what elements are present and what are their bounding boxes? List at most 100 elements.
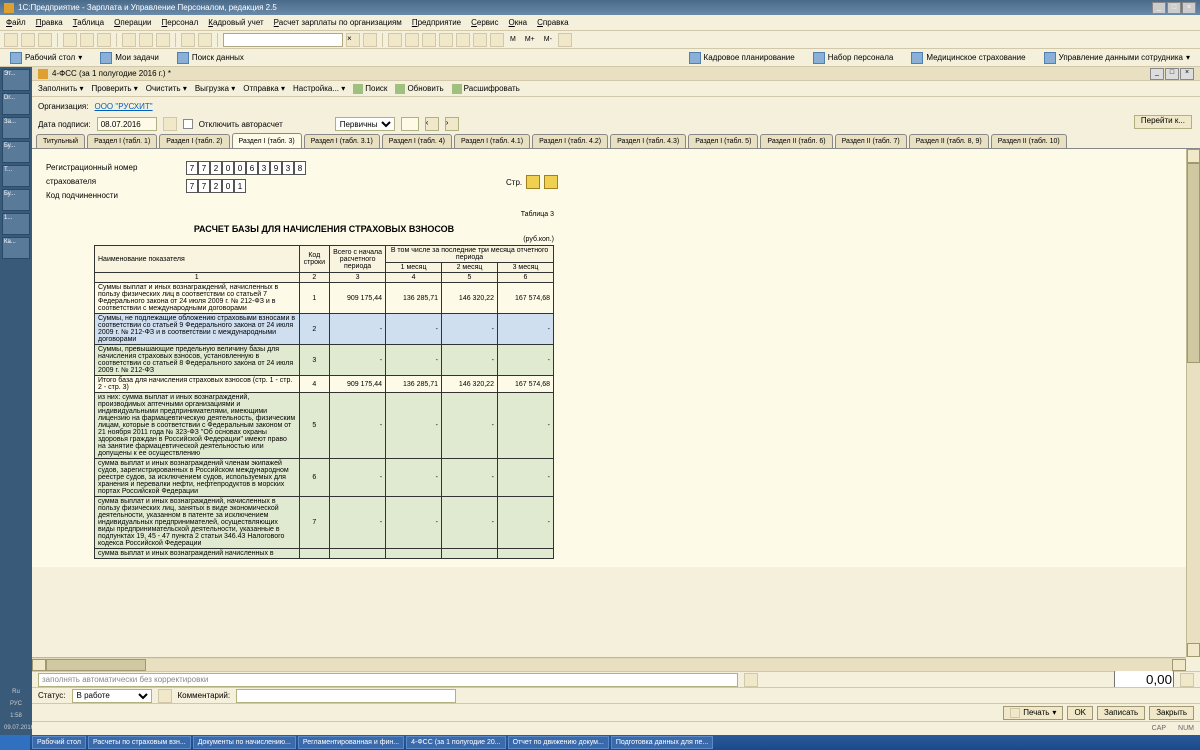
- table-row-1[interactable]: Суммы, не подлежащие обложению страховым…: [95, 314, 554, 345]
- row-val-0[interactable]: -: [330, 393, 386, 459]
- toolbar-f7-icon[interactable]: [490, 33, 504, 47]
- ok-button[interactable]: OK: [1067, 706, 1093, 720]
- menu-2[interactable]: Таблица: [73, 18, 104, 27]
- digits2-4[interactable]: 1: [234, 179, 246, 193]
- doc-action-6[interactable]: Поиск: [353, 84, 387, 94]
- scroll-thumb-h[interactable]: [46, 659, 146, 671]
- row-val-2[interactable]: -: [442, 314, 498, 345]
- digits1-8[interactable]: 3: [282, 161, 294, 175]
- toolbar-print-icon[interactable]: [122, 33, 136, 47]
- digits2-3[interactable]: 0: [222, 179, 234, 193]
- table-row-0[interactable]: Суммы выплат и иных вознаграждений, начи…: [95, 283, 554, 314]
- digits1-2[interactable]: 2: [210, 161, 222, 175]
- row-val-1[interactable]: -: [386, 393, 442, 459]
- section-tab-2[interactable]: Раздел I (табл. 2): [159, 134, 229, 148]
- scrollbar-vertical[interactable]: [1186, 149, 1200, 657]
- toolbar-undo-icon[interactable]: [139, 33, 153, 47]
- start-button[interactable]: [0, 735, 30, 750]
- toolbar-f6-icon[interactable]: [473, 33, 487, 47]
- scroll-up-button[interactable]: [1187, 149, 1200, 163]
- digits1-9[interactable]: 8: [294, 161, 306, 175]
- toolbar-dropdown-icon[interactable]: [558, 33, 572, 47]
- taskbar-item-6[interactable]: Подготовка данных для пе...: [611, 736, 713, 749]
- date-input[interactable]: [97, 117, 157, 131]
- side-tab-1[interactable]: Dr...: [2, 93, 30, 115]
- hiring-section[interactable]: Набор персонала: [807, 52, 900, 64]
- menu-3[interactable]: Операции: [114, 18, 151, 27]
- table-row-2[interactable]: Суммы, превышающие предельную величину б…: [95, 345, 554, 376]
- doc-action-1[interactable]: Проверить ▾: [92, 84, 138, 93]
- page-box-2[interactable]: [544, 175, 558, 189]
- option-value-icon[interactable]: [1180, 673, 1194, 687]
- search-section[interactable]: Поиск данных: [171, 52, 250, 64]
- digits1-4[interactable]: 0: [234, 161, 246, 175]
- scrollbar-horizontal[interactable]: [32, 657, 1186, 671]
- date-picker-icon[interactable]: [163, 117, 177, 131]
- section-tab-9[interactable]: Раздел I (табл. 5): [688, 134, 758, 148]
- row-val-0[interactable]: 909 175,44: [330, 283, 386, 314]
- scroll-down-button[interactable]: [1187, 643, 1200, 657]
- taskbar-item-4[interactable]: 4-ФСС (за 1 полугодие 20...: [406, 736, 506, 749]
- digits1-3[interactable]: 0: [222, 161, 234, 175]
- section-tab-0[interactable]: Титульный: [36, 134, 85, 148]
- nav-prev-button[interactable]: ‹: [425, 117, 439, 131]
- mem-mplus[interactable]: M+: [522, 36, 538, 43]
- doc-maximize-button[interactable]: □: [1165, 68, 1179, 80]
- goto-button[interactable]: Перейти к...: [1134, 115, 1192, 129]
- page-box-1[interactable]: [526, 175, 540, 189]
- row-val-1[interactable]: -: [386, 459, 442, 497]
- toolbar-cut-icon[interactable]: [63, 33, 77, 47]
- scroll-thumb-v[interactable]: [1187, 163, 1200, 363]
- row-val-3[interactable]: -: [497, 345, 553, 376]
- side-tab-0[interactable]: Эт...: [2, 69, 30, 91]
- digits2-0[interactable]: 7: [186, 179, 198, 193]
- status-refresh-icon[interactable]: [158, 689, 172, 703]
- toolbar-f1-icon[interactable]: [388, 33, 402, 47]
- toolbar-new-icon[interactable]: [4, 33, 18, 47]
- row-val-0[interactable]: 909 175,44: [330, 376, 386, 393]
- toolbar-f5-icon[interactable]: [456, 33, 470, 47]
- section-tab-4[interactable]: Раздел I (табл. 3.1): [304, 134, 380, 148]
- option-picker-icon[interactable]: [744, 673, 758, 687]
- row-val-2[interactable]: -: [442, 459, 498, 497]
- table-row-3[interactable]: Итого база для начисления страховых взно…: [95, 376, 554, 393]
- row-val-1[interactable]: 136 285,71: [386, 376, 442, 393]
- toolbar-paste-icon[interactable]: [97, 33, 111, 47]
- section-tab-11[interactable]: Раздел II (табл. 7): [835, 134, 907, 148]
- doc-minimize-button[interactable]: _: [1150, 68, 1164, 80]
- minimize-button[interactable]: _: [1152, 2, 1166, 14]
- autofill-option-input[interactable]: [38, 673, 738, 687]
- section-tab-7[interactable]: Раздел I (табл. 4.2): [532, 134, 608, 148]
- menu-5[interactable]: Кадровый учет: [208, 18, 263, 27]
- row-val-2[interactable]: -: [442, 345, 498, 376]
- scroll-left-button[interactable]: [32, 659, 46, 671]
- toolbar-copy-icon[interactable]: [80, 33, 94, 47]
- toolbar-redo-icon[interactable]: [156, 33, 170, 47]
- toolbar-f3-icon[interactable]: [422, 33, 436, 47]
- print-button[interactable]: Печать▾: [1003, 706, 1063, 720]
- primary-select[interactable]: Первичный: [335, 117, 395, 131]
- section-tab-10[interactable]: Раздел II (табл. 6): [760, 134, 832, 148]
- save-button[interactable]: Записать: [1097, 706, 1145, 720]
- org-link[interactable]: ООО "РУСХИТ": [94, 102, 152, 111]
- table-row-6[interactable]: сумма выплат и иных вознаграждений, начи…: [95, 497, 554, 549]
- taskbar-item-1[interactable]: Расчеты по страховым взн...: [88, 736, 191, 749]
- disable-autocalc-checkbox[interactable]: [183, 119, 193, 129]
- digits1-6[interactable]: 3: [258, 161, 270, 175]
- scroll-right-button[interactable]: [1172, 659, 1186, 671]
- taskbar-item-0[interactable]: Рабочий стол: [32, 736, 86, 749]
- med-section[interactable]: Медицинское страхование: [905, 52, 1031, 64]
- row-val-3[interactable]: 167 574,68: [497, 376, 553, 393]
- table-row-5[interactable]: сумма выплат и иных вознаграждений члена…: [95, 459, 554, 497]
- menu-9[interactable]: Окна: [509, 18, 528, 27]
- row-val-2[interactable]: [442, 549, 498, 559]
- doc-action-8[interactable]: Расшифровать: [452, 84, 520, 94]
- row-val-0[interactable]: -: [330, 459, 386, 497]
- close-button[interactable]: ×: [1182, 2, 1196, 14]
- toolbar-calc-icon[interactable]: [181, 33, 195, 47]
- row-val-1[interactable]: 136 285,71: [386, 283, 442, 314]
- toolbar-save-icon[interactable]: [38, 33, 52, 47]
- row-val-1[interactable]: -: [386, 314, 442, 345]
- doc-action-0[interactable]: Заполнить ▾: [38, 84, 84, 93]
- toolbar-open-icon[interactable]: [21, 33, 35, 47]
